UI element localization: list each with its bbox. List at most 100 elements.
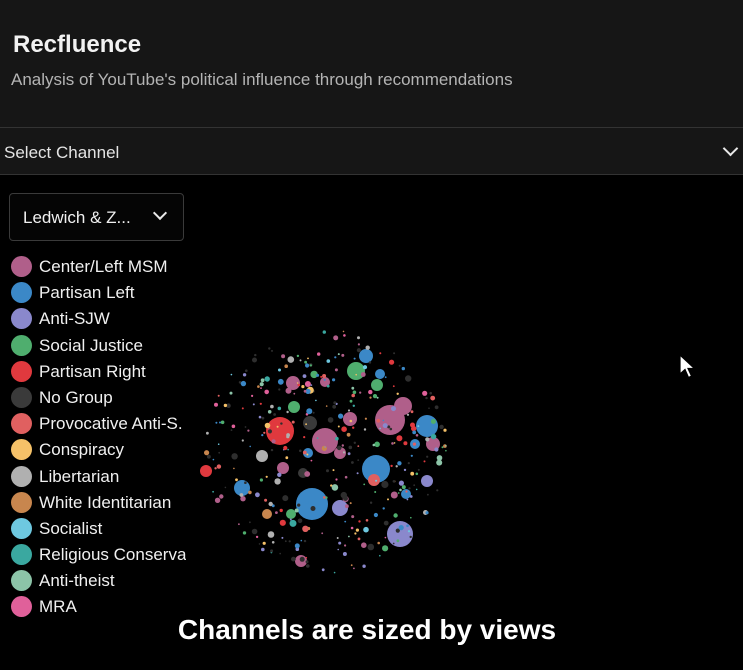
channel-node[interactable] [294, 543, 300, 549]
channel-node[interactable] [303, 416, 317, 430]
channel-node[interactable] [323, 378, 326, 381]
channel-node[interactable] [390, 491, 398, 499]
channel-node[interactable] [394, 397, 412, 415]
channel-node[interactable] [287, 356, 295, 363]
channel-node[interactable] [325, 405, 328, 407]
channel-node[interactable] [382, 545, 389, 552]
channel-node[interactable] [405, 490, 408, 493]
channel-node[interactable] [220, 420, 225, 425]
channel-node[interactable] [286, 435, 290, 439]
channel-node[interactable] [363, 526, 369, 533]
channel-node[interactable] [255, 535, 259, 539]
channel-node[interactable] [264, 422, 271, 429]
channel-node[interactable] [427, 493, 429, 496]
channel-node[interactable] [369, 501, 373, 504]
channel-node[interactable] [305, 363, 310, 368]
channel-node[interactable] [305, 423, 307, 426]
channel-node[interactable] [398, 525, 404, 531]
channel-node[interactable] [297, 503, 301, 507]
channel-node[interactable] [409, 535, 412, 539]
channel-node[interactable] [214, 467, 217, 470]
legend-item[interactable]: Anti-SJW [11, 306, 186, 332]
channel-node[interactable] [291, 420, 295, 424]
channel-node[interactable] [369, 396, 372, 399]
channel-node[interactable] [392, 542, 395, 545]
channel-node[interactable] [270, 448, 274, 452]
channel-node[interactable] [351, 393, 355, 398]
channel-node[interactable] [214, 497, 221, 503]
channel-node[interactable] [277, 378, 284, 385]
channel-node[interactable] [305, 556, 308, 559]
channel-node[interactable] [212, 458, 215, 461]
channel-node[interactable] [331, 484, 339, 491]
channel-node[interactable] [426, 455, 429, 458]
channel-node[interactable] [359, 391, 362, 394]
channel-node[interactable] [393, 513, 398, 518]
channel-node[interactable] [296, 382, 299, 384]
channel-node[interactable] [241, 439, 244, 442]
channel-node[interactable] [207, 454, 211, 459]
channel-node[interactable] [334, 356, 337, 359]
channel-node[interactable] [372, 443, 376, 447]
channel-node[interactable] [248, 490, 252, 495]
channel-node[interactable] [365, 519, 369, 522]
channel-node[interactable] [423, 460, 426, 463]
channel-node[interactable] [361, 542, 367, 548]
channel-node[interactable] [415, 434, 419, 437]
select-channel-bar[interactable]: Select Channel [0, 127, 743, 175]
channel-node[interactable] [212, 490, 214, 493]
channel-node[interactable] [260, 378, 265, 383]
channel-node[interactable] [285, 387, 292, 394]
channel-node[interactable] [430, 419, 436, 424]
channel-node[interactable] [377, 541, 380, 545]
channel-node[interactable] [390, 464, 393, 468]
channel-node[interactable] [273, 413, 276, 416]
channel-node[interactable] [396, 435, 403, 442]
channel-node[interactable] [351, 386, 355, 390]
channel-node[interactable] [376, 396, 379, 399]
channel-node[interactable] [206, 431, 209, 435]
channel-node[interactable] [416, 415, 438, 437]
legend-item[interactable]: Religious Conserva [11, 542, 186, 568]
channel-node[interactable] [417, 425, 420, 428]
channel-node[interactable] [348, 535, 350, 538]
channel-node[interactable] [267, 429, 272, 434]
channel-node[interactable] [342, 330, 345, 333]
channel-node[interactable] [343, 496, 348, 501]
channel-node[interactable] [241, 407, 244, 410]
channel-node[interactable] [368, 361, 372, 364]
legend-item[interactable]: Libertarian [11, 464, 186, 490]
channel-node[interactable] [332, 469, 335, 472]
channel-node[interactable] [387, 498, 389, 501]
channel-node[interactable] [410, 471, 415, 476]
channel-node[interactable] [245, 369, 248, 372]
channel-node[interactable] [389, 427, 393, 431]
channel-node[interactable] [399, 488, 402, 492]
channel-node[interactable] [362, 564, 366, 568]
channel-node[interactable] [344, 544, 347, 547]
channel-node[interactable] [343, 334, 346, 337]
channel-node[interactable] [395, 465, 398, 468]
channel-node[interactable] [249, 445, 251, 448]
channel-node[interactable] [405, 375, 412, 382]
channel-node[interactable] [382, 419, 385, 422]
channel-node[interactable] [363, 483, 366, 486]
channel-node[interactable] [224, 486, 227, 489]
channel-node[interactable] [408, 487, 411, 490]
channel-node[interactable] [230, 373, 233, 376]
channel-node[interactable] [280, 422, 283, 425]
channel-node[interactable] [260, 387, 262, 389]
channel-node[interactable] [304, 381, 311, 387]
channel-node[interactable] [434, 447, 439, 452]
channel-node[interactable] [407, 462, 410, 465]
channel-node[interactable] [443, 428, 447, 432]
channel-node[interactable] [279, 508, 283, 513]
channel-node[interactable] [379, 427, 381, 430]
channel-node[interactable] [268, 501, 273, 507]
channel-node[interactable] [238, 523, 240, 526]
channel-node[interactable] [255, 492, 260, 498]
channel-node[interactable] [333, 401, 337, 405]
channel-node[interactable] [410, 454, 413, 457]
channel-node[interactable] [349, 399, 353, 403]
channel-node[interactable] [362, 365, 368, 370]
